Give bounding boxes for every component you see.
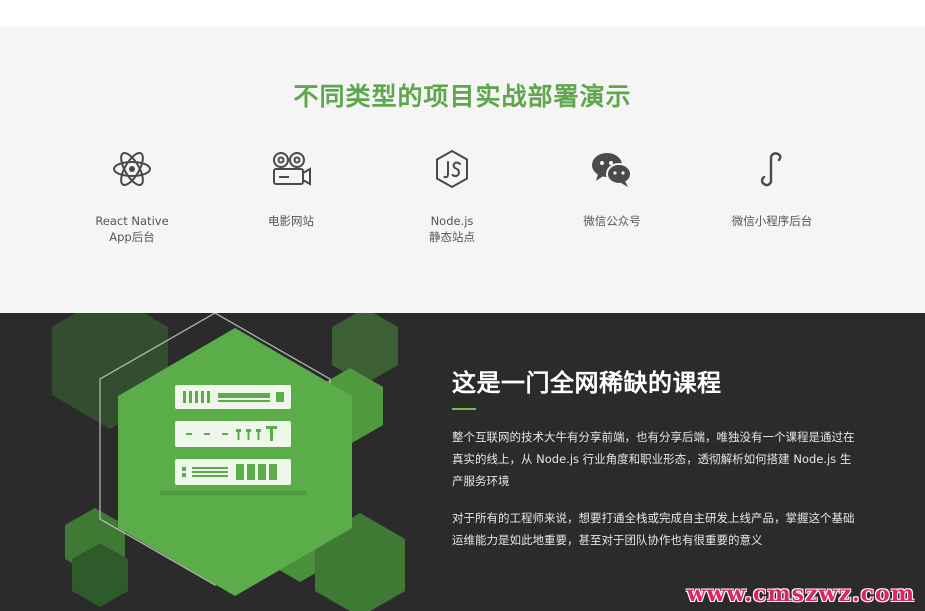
- demo-item-react-native[interactable]: React Native App后台: [52, 147, 212, 245]
- server-hexagon-illustration: [0, 313, 430, 611]
- wechat-icon: [590, 147, 634, 191]
- deployment-showcase-section: 不同类型的项目实战部署演示 React Native App后台 电影网站 No…: [0, 27, 925, 313]
- react-icon: [110, 147, 154, 191]
- demo-label: 电影网站: [211, 213, 371, 229]
- demo-label: 微信小程序后台: [692, 213, 852, 229]
- course-title: 这是一门全网稀缺的课程: [452, 369, 722, 397]
- demo-item-movie-site[interactable]: 电影网站: [211, 147, 371, 229]
- mini-program-icon: [750, 147, 794, 191]
- demo-label-line1: 微信小程序后台: [731, 214, 813, 228]
- demo-label: 微信公众号: [532, 213, 692, 229]
- demo-label-line1: 电影网站: [268, 214, 314, 228]
- course-intro-section: 这是一门全网稀缺的课程 整个互联网的技术大牛有分享前端，也有分享后端，唯独没有一…: [0, 313, 925, 611]
- demo-label-line1: 微信公众号: [583, 214, 641, 228]
- demo-label-line2: 静态站点: [429, 230, 475, 244]
- demo-item-wechat-official-account[interactable]: 微信公众号: [532, 147, 692, 229]
- title-underline: [452, 408, 476, 410]
- demo-label-line1: Node.js: [430, 214, 474, 228]
- movie-projector-icon: [269, 147, 313, 191]
- demo-label: Node.js 静态站点: [372, 213, 532, 245]
- nodejs-icon: [430, 147, 474, 191]
- showcase-title: 不同类型的项目实战部署演示: [293, 82, 632, 111]
- watermark: www.cmszwz.com: [686, 581, 915, 607]
- demo-label-line2: App后台: [109, 230, 155, 244]
- demo-label: React Native App后台: [52, 213, 212, 245]
- course-paragraph-1: 整个互联网的技术大牛有分享前端，也有分享后端，唯独没有一个课程是通过在真实的线上…: [452, 430, 855, 488]
- top-strip: [0, 0, 925, 27]
- course-paragraph-2: 对于所有的工程师来说，想要打通全栈或完成自主研发上线产品，掌握这个基础运维能力是…: [452, 511, 855, 547]
- demo-item-nodejs-static-site[interactable]: Node.js 静态站点: [372, 147, 532, 245]
- demo-item-mini-program-backend[interactable]: 微信小程序后台: [692, 147, 852, 229]
- demo-label-line1: React Native: [95, 214, 169, 228]
